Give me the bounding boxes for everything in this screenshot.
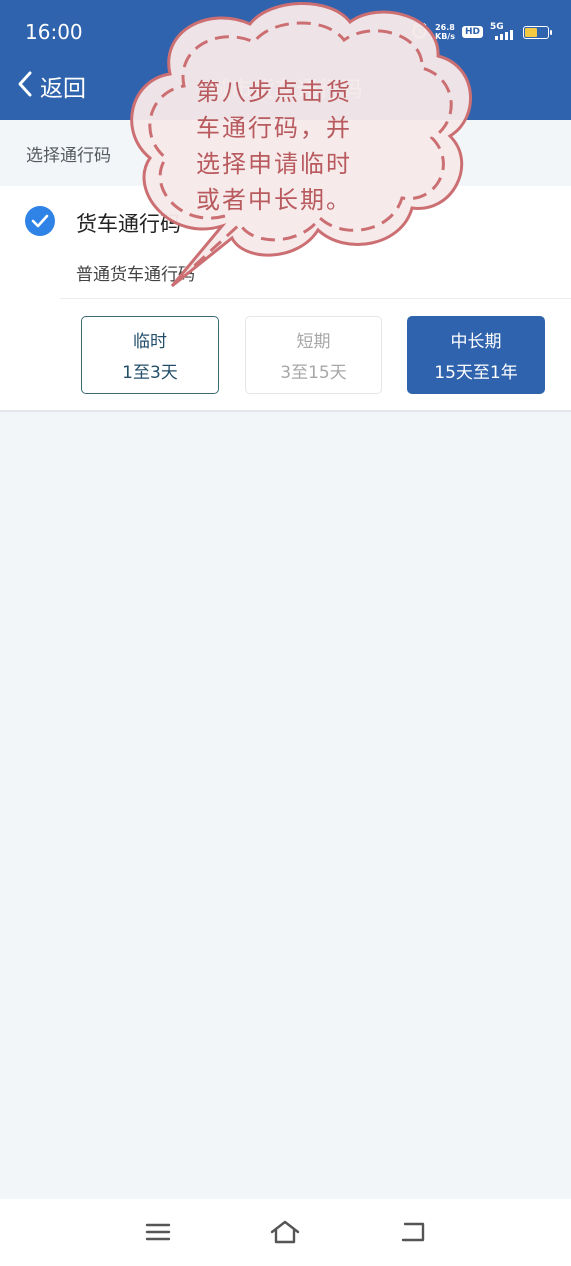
- option-range: 1至3天: [122, 363, 178, 383]
- status-icons: 26.8 KB/s HD 5G: [411, 20, 552, 44]
- option-long-term-button[interactable]: 中长期 15天至1年: [407, 316, 545, 394]
- divider: [60, 298, 571, 299]
- status-time: 16:00: [25, 20, 83, 44]
- annotation-line: 或者中长期。: [196, 186, 352, 214]
- system-nav-bar: [0, 1199, 571, 1266]
- alarm-icon: [411, 22, 428, 43]
- annotation-line: 车通行码，并: [196, 114, 352, 142]
- check-icon[interactable]: [25, 206, 55, 236]
- option-name: 临时: [133, 332, 167, 352]
- option-short-term-button[interactable]: 短期 3至15天: [245, 316, 382, 394]
- net-speed-value: 26.8: [435, 23, 455, 32]
- annotation-line: 第八步点击货: [196, 78, 352, 106]
- pass-title[interactable]: 货车通行码: [76, 208, 181, 238]
- menu-icon[interactable]: [141, 1216, 175, 1248]
- option-temporary-button[interactable]: 临时 1至3天: [81, 316, 219, 394]
- annotation-line: 选择申请临时: [196, 150, 352, 178]
- pass-card: 货车通行码 普通货车通行码 临时 1至3天 短期 3至15天 中长期 15天至1…: [0, 186, 571, 410]
- hd-badge: HD: [461, 26, 483, 38]
- signal-icon: 5G: [490, 22, 516, 42]
- back-icon[interactable]: [396, 1216, 430, 1248]
- option-range: 15天至1年: [434, 363, 518, 383]
- net-speed: 26.8 KB/s: [435, 23, 455, 41]
- option-range: 3至15天: [280, 363, 347, 383]
- annotation-text: 第八步点击货 车通行码，并 选择申请临时 或者中长期。: [196, 74, 392, 218]
- net-speed-unit: KB/s: [435, 32, 455, 41]
- home-icon[interactable]: [268, 1216, 302, 1248]
- card-border: [0, 410, 571, 412]
- battery-icon: [523, 25, 552, 39]
- pass-subtitle: 普通货车通行码: [76, 265, 195, 285]
- option-name: 短期: [296, 332, 331, 352]
- option-name: 中长期: [450, 332, 502, 352]
